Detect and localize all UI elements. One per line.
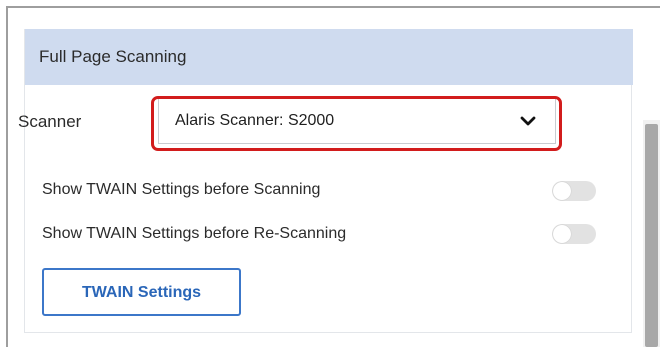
toggle-label-before-scanning: Show TWAIN Settings before Scanning	[42, 181, 321, 198]
toggle-knob	[553, 225, 571, 243]
toggle-before-scanning[interactable]	[552, 181, 596, 201]
scrollbar-thumb[interactable]	[645, 124, 658, 347]
toggle-knob	[553, 182, 571, 200]
scanner-select[interactable]: Alaris Scanner: S2000	[158, 98, 556, 144]
panel-header: Full Page Scanning	[25, 29, 633, 85]
toggle-before-rescanning[interactable]	[552, 224, 596, 244]
twain-settings-button[interactable]: TWAIN Settings	[42, 268, 241, 316]
toggle-label-before-rescanning: Show TWAIN Settings before Re-Scanning	[42, 225, 347, 242]
scanner-select-value: Alaris Scanner: S2000	[175, 112, 335, 129]
chevron-down-icon	[519, 112, 537, 130]
panel-title: Full Page Scanning	[39, 47, 187, 66]
scanner-label: Scanner	[18, 112, 82, 131]
